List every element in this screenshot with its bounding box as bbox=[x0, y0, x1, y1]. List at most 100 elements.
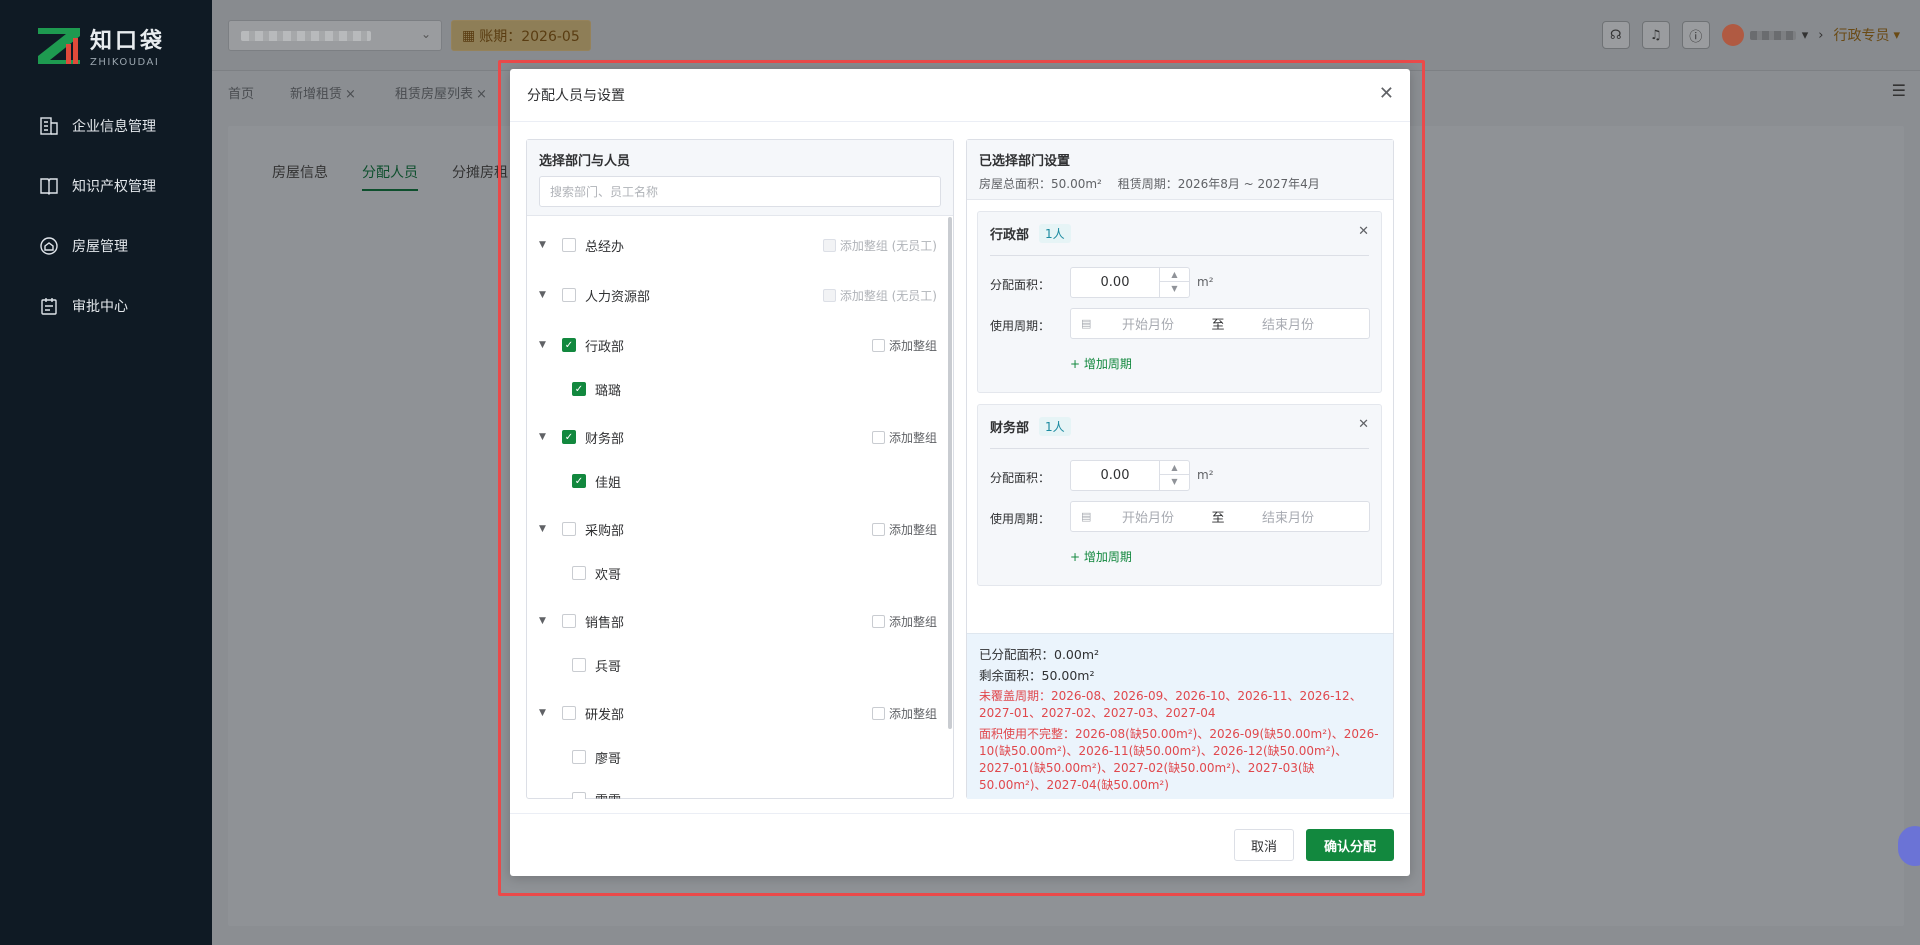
tab-lease-list[interactable]: 租赁房屋列表 × bbox=[395, 83, 487, 102]
subtab-assign-staff[interactable]: 分配人员 bbox=[362, 162, 418, 191]
employee-label: 欢哥 bbox=[595, 567, 622, 583]
dialog-title: 分配人员与设置 bbox=[527, 88, 625, 104]
close-icon[interactable]: × bbox=[476, 87, 487, 102]
dept-staff-panel: 选择部门与人员 ▼ 总经办 添加整组 (无员工) ▼ 人力资源部 添加整组 (无… bbox=[526, 139, 954, 799]
start-month[interactable]: 开始月份 bbox=[1093, 507, 1203, 526]
employee-label: 雯雯 bbox=[595, 790, 621, 800]
caret-down-icon[interactable]: ▼ bbox=[539, 340, 546, 350]
add-group-checkbox[interactable]: 添加整组 bbox=[871, 613, 937, 630]
subtab-house-info[interactable]: 房屋信息 bbox=[272, 162, 328, 191]
employee-label: 佳姐 bbox=[595, 475, 622, 491]
add-group-checkbox[interactable]: 添加整组 bbox=[871, 429, 937, 446]
caret-down-icon[interactable]: ▼ bbox=[539, 432, 546, 442]
dept-checkbox[interactable] bbox=[562, 614, 576, 628]
search-input[interactable] bbox=[539, 176, 941, 207]
role-select[interactable]: 行政专员 bbox=[1833, 25, 1889, 45]
add-period-button[interactable]: + 增加周期 bbox=[1070, 355, 1132, 372]
tree-row-dept: ▼ 研发部 添加整组 bbox=[527, 702, 945, 724]
subtab-rent-split[interactable]: 分摊房租 bbox=[452, 162, 508, 191]
sidebar-nav: 企业信息管理 知识产权管理 房屋管理 审批中心 bbox=[0, 96, 212, 336]
logo-title: 知口袋 bbox=[90, 28, 166, 54]
menu-icon[interactable]: ☰ bbox=[1892, 81, 1906, 100]
employee-checkbox[interactable] bbox=[572, 792, 586, 799]
tree-row-employee: 雯雯 bbox=[527, 788, 945, 799]
caret-down-icon[interactable]: ▼ bbox=[539, 240, 546, 250]
house-icon bbox=[38, 235, 60, 257]
employee-checkbox[interactable]: ✓ bbox=[572, 382, 586, 396]
scrollbar[interactable] bbox=[948, 217, 952, 729]
month-range-picker[interactable]: ▤ 开始月份 至 结束月份 bbox=[1070, 308, 1370, 339]
tab-home[interactable]: 首页 bbox=[228, 83, 254, 102]
top-header: ⌄ ▦ 账期：2026-05 ☊ ♫ ⓘ ▾ › 行政专员 ▾ bbox=[212, 0, 1920, 70]
sub-tabs: 房屋信息 分配人员 分摊房租 bbox=[272, 162, 542, 191]
headset-icon[interactable]: ☊ bbox=[1601, 21, 1630, 49]
period-label: 使用周期： bbox=[990, 512, 1051, 526]
area-stepper[interactable]: ▲ ▼ bbox=[1159, 268, 1189, 297]
sidebar-item-ip[interactable]: 知识产权管理 bbox=[0, 156, 212, 216]
employee-checkbox[interactable] bbox=[572, 658, 586, 672]
caret-down-icon[interactable]: ▼ bbox=[539, 708, 546, 718]
add-group-checkbox[interactable]: 添加整组 bbox=[871, 705, 937, 722]
sidebar-item-label: 审批中心 bbox=[72, 299, 128, 315]
area-value: 0.00 bbox=[1100, 275, 1130, 290]
close-icon[interactable]: × bbox=[345, 87, 356, 102]
close-icon[interactable]: ✕ bbox=[1358, 417, 1369, 432]
total-area: 房屋总面积：50.00m² bbox=[979, 177, 1102, 191]
dept-label: 人力资源部 bbox=[585, 289, 651, 305]
dept-checkbox[interactable]: ✓ bbox=[562, 338, 576, 352]
tab-new-lease[interactable]: 新增租赁 × bbox=[290, 83, 356, 102]
confirm-assign-button[interactable]: 确认分配 bbox=[1306, 829, 1394, 861]
info-icon[interactable]: ⓘ bbox=[1681, 21, 1710, 49]
user-menu[interactable]: ▾ › 行政专员 ▾ bbox=[1721, 24, 1900, 46]
employee-checkbox[interactable] bbox=[572, 566, 586, 580]
add-group-checkbox[interactable]: 添加整组 bbox=[871, 337, 937, 354]
sidebar-item-house[interactable]: 房屋管理 bbox=[0, 216, 212, 276]
billing-period-tag[interactable]: ▦ 账期：2026-05 bbox=[451, 20, 591, 51]
dept-label: 采购部 bbox=[585, 523, 625, 539]
add-group-checkbox[interactable]: 添加整组 bbox=[871, 521, 937, 538]
caret-down-icon: ▾ bbox=[1801, 27, 1809, 43]
caret-down-icon[interactable]: ▼ bbox=[539, 290, 546, 300]
company-select[interactable]: ⌄ bbox=[228, 20, 442, 51]
employee-checkbox[interactable]: ✓ bbox=[572, 474, 586, 488]
dept-checkbox[interactable] bbox=[562, 522, 576, 536]
panel-title: 已选择部门设置 bbox=[979, 154, 1071, 169]
start-month[interactable]: 开始月份 bbox=[1093, 314, 1203, 333]
month-range-picker[interactable]: ▤ 开始月份 至 结束月份 bbox=[1070, 501, 1370, 532]
cancel-button[interactable]: 取消 bbox=[1234, 829, 1294, 861]
area-input[interactable]: 0.00 ▲ ▼ bbox=[1070, 460, 1190, 491]
add-period-button[interactable]: + 增加周期 bbox=[1070, 548, 1132, 565]
area-unit: m² bbox=[1197, 275, 1214, 289]
sidebar-item-approval[interactable]: 审批中心 bbox=[0, 276, 212, 336]
close-icon[interactable]: ✕ bbox=[1379, 83, 1394, 104]
dept-label: 研发部 bbox=[585, 707, 625, 723]
caret-down-icon[interactable]: ▼ bbox=[539, 616, 546, 626]
area-stepper[interactable]: ▲ ▼ bbox=[1159, 461, 1189, 490]
area-unit: m² bbox=[1197, 468, 1214, 482]
end-month[interactable]: 结束月份 bbox=[1233, 314, 1343, 333]
employee-checkbox[interactable] bbox=[572, 750, 586, 764]
area-input[interactable]: 0.00 ▲ ▼ bbox=[1070, 267, 1190, 298]
tree-row-dept: ▼ 总经办 添加整组 (无员工) bbox=[527, 234, 945, 256]
sidebar-item-company-info[interactable]: 企业信息管理 bbox=[0, 96, 212, 156]
dept-checkbox[interactable] bbox=[562, 706, 576, 720]
lease-period: 租赁周期：2026年8月 ~ 2027年4月 bbox=[1117, 177, 1320, 191]
add-group-checkbox: 添加整组 (无员工) bbox=[822, 287, 937, 304]
dept-checkbox[interactable]: ✓ bbox=[562, 430, 576, 444]
chat-float-button[interactable] bbox=[1898, 826, 1920, 866]
area-label: 分配面积： bbox=[990, 471, 1051, 485]
dept-tree: ▼ 总经办 添加整组 (无员工) ▼ 人力资源部 添加整组 (无员工) ▼ ✓ … bbox=[527, 217, 953, 799]
incomplete-area-warning: 面积使用不完整：2026-08(缺50.00m²)、2026-09(缺50.00… bbox=[979, 727, 1379, 792]
sidebar-item-label: 企业信息管理 bbox=[72, 119, 156, 135]
close-icon[interactable]: ✕ bbox=[1358, 224, 1369, 239]
caret-down-icon[interactable]: ▼ bbox=[539, 524, 546, 534]
bell-icon[interactable]: ♫ bbox=[1641, 21, 1670, 49]
dept-setting-card: 财务部 1人 ✕ 分配面积： 0.00 ▲ ▼ m² 使用周期： ▤ 开始月份 至… bbox=[977, 404, 1382, 586]
end-month[interactable]: 结束月份 bbox=[1233, 507, 1343, 526]
tree-row-employee: ✓ 佳姐 bbox=[527, 470, 945, 492]
dept-checkbox[interactable] bbox=[562, 238, 576, 252]
dept-checkbox[interactable] bbox=[562, 288, 576, 302]
period-label: 使用周期： bbox=[990, 319, 1051, 333]
dept-name: 财务部 bbox=[990, 421, 1030, 436]
calendar-icon: ▤ bbox=[1081, 317, 1092, 330]
